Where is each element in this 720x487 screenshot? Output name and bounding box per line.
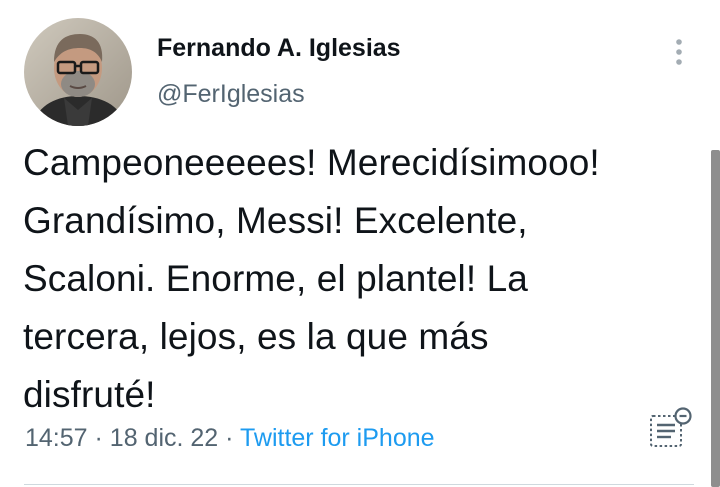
tweet-metadata: 14:57 · 18 dic. 22 · Twitter for iPhone xyxy=(25,424,435,453)
author-handle[interactable]: @FerIglesias xyxy=(157,80,305,109)
avatar[interactable] xyxy=(24,18,132,126)
vertical-ellipsis-icon xyxy=(676,39,682,65)
profile-photo-image xyxy=(24,18,132,126)
tweet-source-link[interactable]: Twitter for iPhone xyxy=(240,424,435,452)
meta-separator: · xyxy=(225,424,234,452)
author-display-name[interactable]: Fernando A. Iglesias xyxy=(157,34,401,63)
meta-separator: · xyxy=(94,424,103,452)
scrollbar[interactable] xyxy=(711,150,720,487)
view-analytics-button[interactable] xyxy=(645,404,697,456)
tweet-time[interactable]: 14:57 xyxy=(25,424,88,452)
divider xyxy=(24,484,694,485)
view-analytics-icon xyxy=(650,407,692,447)
more-options-button[interactable] xyxy=(664,34,694,70)
tweet-text: Campeoneeeees! Merecidísimooo! Grandísim… xyxy=(23,142,600,415)
tweet-date[interactable]: 18 dic. 22 xyxy=(110,424,218,452)
